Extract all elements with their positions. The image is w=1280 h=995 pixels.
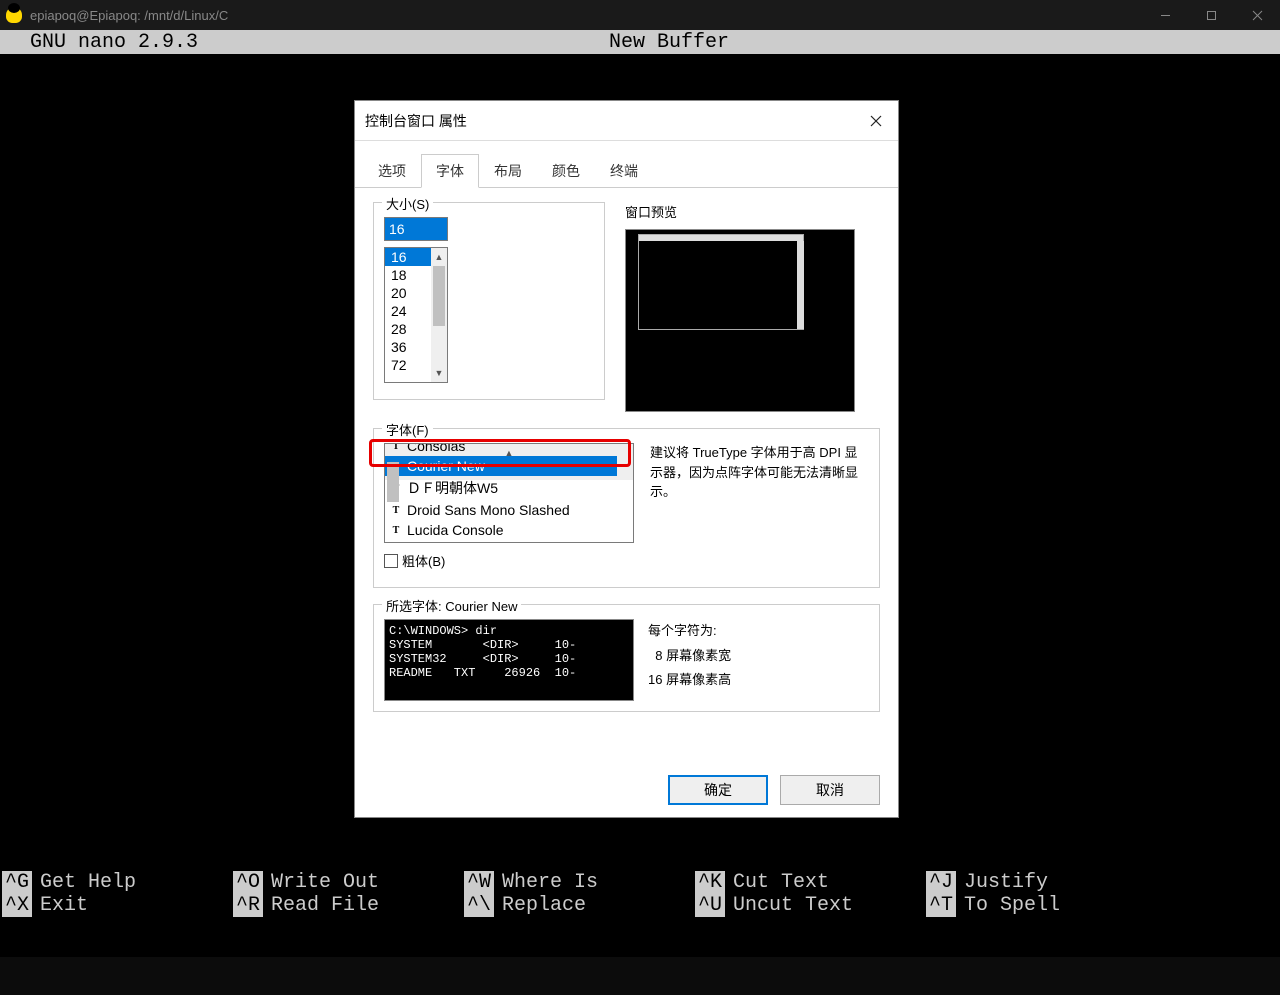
size-input[interactable] (384, 217, 448, 241)
shortcut-label: Where Is (502, 871, 598, 894)
size-label: 大小(S) (382, 194, 433, 213)
shortcut-label: Replace (502, 894, 586, 917)
dialog-close-button[interactable] (853, 101, 898, 141)
tab-font[interactable]: 字体 (421, 154, 479, 188)
font-option[interactable]: TＤＦ明朝体W5 (385, 476, 617, 500)
char-height-value: 16 (648, 672, 662, 687)
minimize-button[interactable] (1142, 0, 1188, 30)
shortcut-key: ^J (926, 871, 956, 894)
shortcut-label: To Spell (964, 894, 1060, 917)
scroll-up-icon[interactable]: ▲ (431, 248, 447, 266)
size-option[interactable]: 36 (385, 338, 433, 356)
size-option[interactable]: 72 (385, 356, 433, 374)
tab-layout[interactable]: 布局 (479, 154, 537, 188)
font-listbox[interactable]: TConsolas TCourier New TＤＦ明朝体W5 TDroid S… (384, 443, 634, 543)
tab-options[interactable]: 选项 (363, 154, 421, 188)
dialog-tabs: 选项 字体 布局 颜色 终端 (355, 153, 898, 188)
shortcut-label: Exit (40, 894, 88, 917)
size-option[interactable]: 20 (385, 284, 433, 302)
shortcut-key: ^K (695, 871, 725, 894)
sample-group: 所选字体: Courier New C:\WINDOWS> dir SYSTEM… (373, 604, 880, 712)
shortcut-key: ^\ (464, 894, 494, 917)
shortcut-label: Read File (271, 894, 379, 917)
shortcut-key: ^U (695, 894, 725, 917)
close-button[interactable] (1234, 0, 1280, 30)
dialog-titlebar[interactable]: 控制台窗口 属性 (355, 101, 898, 141)
nano-version: GNU nano 2.9.3 (0, 31, 198, 54)
font-hint-text: 建议将 TrueType 字体用于高 DPI 显示器，因为点阵字体可能无法清晰显… (650, 443, 860, 543)
shortcut-label: Justify (964, 871, 1048, 894)
shortcut-label: Cut Text (733, 871, 829, 894)
shortcut-key: ^W (464, 871, 494, 894)
tab-colors[interactable]: 颜色 (537, 154, 595, 188)
shortcut-key: ^T (926, 894, 956, 917)
window-titlebar: epiapoq@Epiapoq: /mnt/d/Linux/C (0, 0, 1280, 30)
font-label: 字体(F) (382, 420, 433, 439)
font-option[interactable]: TConsolas (385, 443, 617, 456)
shortcut-key: ^G (2, 871, 32, 894)
char-info-title: 每个字符为: (648, 619, 731, 644)
font-option[interactable]: TLucida Console (385, 520, 617, 540)
tux-icon (6, 7, 22, 23)
shortcut-label: Uncut Text (733, 894, 853, 917)
bold-label: 粗体(B) (402, 551, 445, 570)
preview-mini-window (638, 234, 804, 330)
shortcut-label: Get Help (40, 871, 136, 894)
size-group: 大小(S) 16 18 20 24 28 36 72 ▲ (373, 202, 605, 400)
preview-label: 窗口预览 (625, 202, 677, 221)
scroll-down-icon[interactable]: ▼ (431, 364, 447, 382)
truetype-icon: T (389, 505, 403, 516)
size-option[interactable]: 16 (385, 248, 433, 266)
shortcut-key: ^O (233, 871, 263, 894)
window-title: epiapoq@Epiapoq: /mnt/d/Linux/C (30, 8, 228, 23)
nano-header: GNU nano 2.9.3 New Buffer (0, 30, 1280, 54)
size-scrollbar[interactable]: ▲ ▼ (431, 248, 447, 382)
tab-terminal[interactable]: 终端 (595, 154, 653, 188)
shortcut-key: ^R (233, 894, 263, 917)
size-option[interactable]: 18 (385, 266, 433, 284)
dialog-title: 控制台窗口 属性 (365, 111, 467, 131)
nano-buffer-name: New Buffer (198, 31, 1280, 54)
font-option-selected[interactable]: TCourier New (385, 456, 617, 476)
truetype-icon: T (389, 525, 403, 536)
cancel-button[interactable]: 取消 (780, 775, 880, 805)
font-sample-terminal: C:\WINDOWS> dir SYSTEM <DIR> 10- SYSTEM3… (384, 619, 634, 701)
maximize-button[interactable] (1188, 0, 1234, 30)
nano-shortcuts: ^G Get Help ^O Write Out ^W Where Is ^K Cut … (0, 869, 1280, 957)
truetype-icon: T (389, 443, 403, 452)
shortcut-key: ^X (2, 894, 32, 917)
size-option[interactable]: 24 (385, 302, 433, 320)
font-option[interactable]: TDroid Sans Mono Slashed (385, 500, 617, 520)
sample-label: 所选字体: Courier New (382, 596, 521, 615)
properties-dialog: 控制台窗口 属性 选项 字体 布局 颜色 终端 大小(S) 16 18 20 2… (354, 100, 899, 818)
size-option[interactable]: 28 (385, 320, 433, 338)
scroll-thumb[interactable] (433, 266, 445, 326)
size-listbox[interactable]: 16 18 20 24 28 36 72 ▲ ▼ (384, 247, 448, 383)
char-dimensions: 每个字符为: 8 屏幕像素宽 16 屏幕像素高 (648, 619, 731, 701)
shortcut-label: Write Out (271, 871, 379, 894)
ok-button[interactable]: 确定 (668, 775, 768, 805)
window-preview (625, 229, 855, 412)
bold-checkbox[interactable] (384, 554, 398, 568)
char-width-value: 8 (655, 648, 662, 663)
scroll-thumb[interactable] (387, 462, 399, 502)
font-group: 字体(F) TConsolas TCourier New TＤＦ明朝体W5 TD… (373, 428, 880, 588)
